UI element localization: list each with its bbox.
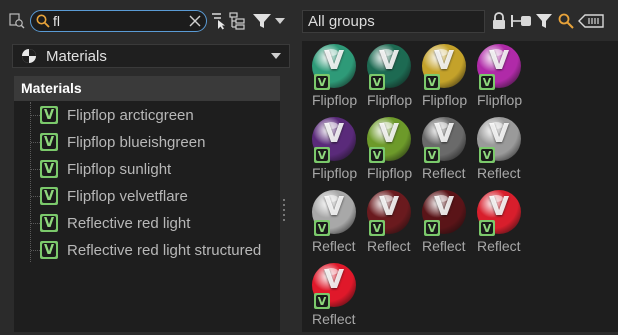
material-thumbnail[interactable]: V V Flipflop: [308, 115, 362, 189]
tree-item[interactable]: V Flipflop velvetflare: [31, 184, 188, 208]
tag-icon[interactable]: [578, 13, 604, 29]
search-icon[interactable]: [558, 12, 574, 30]
vray-material-icon: V: [314, 74, 330, 90]
dropdown-arrow-icon[interactable]: [275, 17, 285, 25]
vray-material-icon: V: [40, 241, 58, 259]
select-tree-icon[interactable]: [211, 12, 227, 30]
tree-item-label: Flipflop arcticgreen: [67, 106, 194, 124]
material-thumbnail[interactable]: V V Reflect: [418, 188, 472, 262]
thumbnail-label: Reflect: [312, 238, 356, 254]
search-field[interactable]: [30, 10, 207, 32]
material-thumbnail[interactable]: V V Reflect: [308, 188, 362, 262]
thumbnail-label: Flipflop: [312, 92, 358, 108]
material-tree: Materials V Flipflop arcticgreen V Flipf…: [14, 76, 280, 332]
vray-material-icon: V: [40, 106, 58, 124]
filter-icon[interactable]: [535, 12, 553, 30]
material-list-panel: Materials Materials V Flipflop arcticgre…: [0, 0, 290, 332]
material-thumbnail[interactable]: V V Flipflop: [363, 115, 417, 189]
vray-material-icon: V: [479, 74, 495, 90]
vray-material-icon: V: [369, 220, 385, 236]
material-thumbnail[interactable]: V V Flipflop: [418, 42, 472, 116]
tree-item-label: Reflective red light structured: [67, 241, 262, 259]
vray-material-icon: V: [424, 74, 440, 90]
vray-material-icon: V: [314, 220, 330, 236]
material-thumbnail[interactable]: V V Flipflop: [308, 42, 362, 116]
material-thumbnail[interactable]: V V Flipflop: [363, 42, 417, 116]
thumbnail-label: Reflect: [367, 238, 411, 254]
vray-material-icon: V: [40, 160, 58, 178]
thumbnail-grid: V V Flipflop V V Flipflop V V Flipflop V…: [302, 41, 618, 332]
panel-splitter-handle[interactable]: [282, 197, 286, 231]
thumbnail-label: Flipflop: [367, 165, 413, 181]
thumbnail-label: Reflect: [477, 238, 521, 254]
vray-material-icon: V: [424, 220, 440, 236]
tree-item[interactable]: V Flipflop blueishgreen: [31, 130, 206, 154]
tree-header[interactable]: Materials: [14, 76, 280, 101]
left-toolbar: [0, 0, 290, 42]
tree-connector: [30, 102, 32, 262]
material-type-dropdown[interactable]: Materials: [12, 44, 290, 68]
chevron-down-icon: [271, 53, 281, 59]
material-thumbnail[interactable]: V V Reflect: [363, 188, 417, 262]
vray-material-icon: V: [369, 74, 385, 90]
vray-material-icon: V: [314, 147, 330, 163]
material-thumbnail[interactable]: V V Flipflop: [473, 42, 527, 116]
vray-material-icon: V: [479, 220, 495, 236]
vray-material-icon: V: [40, 214, 58, 232]
tree-item-label: Flipflop sunlight: [67, 160, 172, 178]
thumbnail-label: Flipflop: [367, 92, 413, 108]
thumbnail-label: Reflect: [312, 311, 356, 327]
filter-icon[interactable]: [252, 12, 272, 30]
material-thumbnail[interactable]: V V Reflect: [473, 115, 527, 189]
thumbnail-label: Flipflop: [477, 92, 523, 108]
group-select[interactable]: All groups: [302, 10, 485, 33]
thumbnail-label: Flipflop: [312, 165, 358, 181]
thumbnail-label: Reflect: [422, 238, 466, 254]
vray-material-icon: V: [424, 147, 440, 163]
search-input[interactable]: [53, 12, 183, 30]
material-thumbnail[interactable]: V V Reflect: [473, 188, 527, 262]
vray-material-icon: V: [314, 293, 330, 309]
hierarchy-icon[interactable]: [229, 12, 245, 30]
search-icon: [36, 14, 50, 28]
tree-item[interactable]: V Reflective red light structured: [31, 238, 262, 262]
tree-item-label: Flipflop blueishgreen: [67, 133, 206, 151]
tree-item[interactable]: V Reflective red light: [31, 211, 191, 235]
slider-icon[interactable]: [510, 13, 532, 29]
thumbnail-label: Reflect: [422, 165, 466, 181]
vray-material-icon: V: [40, 133, 58, 151]
vray-material-icon: V: [479, 147, 495, 163]
tree-item-label: Flipflop velvetflare: [67, 187, 188, 205]
thumbnail-label: Reflect: [477, 165, 521, 181]
filter-scene-icon[interactable]: [9, 13, 25, 29]
tree-item-label: Reflective red light: [67, 214, 191, 232]
material-thumbnail[interactable]: V V Reflect: [418, 115, 472, 189]
thumbnail-label: Flipflop: [422, 92, 468, 108]
material-sphere-icon: [21, 48, 37, 64]
tree-item[interactable]: V Flipflop sunlight: [31, 157, 172, 181]
clear-icon[interactable]: [188, 14, 202, 28]
tree-item[interactable]: V Flipflop arcticgreen: [31, 103, 194, 127]
lock-icon[interactable]: [492, 12, 506, 30]
material-type-label: Materials: [46, 47, 107, 65]
material-thumbnail-panel: All groups V V Flipflop V V Flipflop V V…: [300, 0, 618, 332]
material-thumbnail[interactable]: V V Reflect: [308, 261, 362, 335]
vray-material-icon: V: [40, 187, 58, 205]
vray-material-icon: V: [369, 147, 385, 163]
